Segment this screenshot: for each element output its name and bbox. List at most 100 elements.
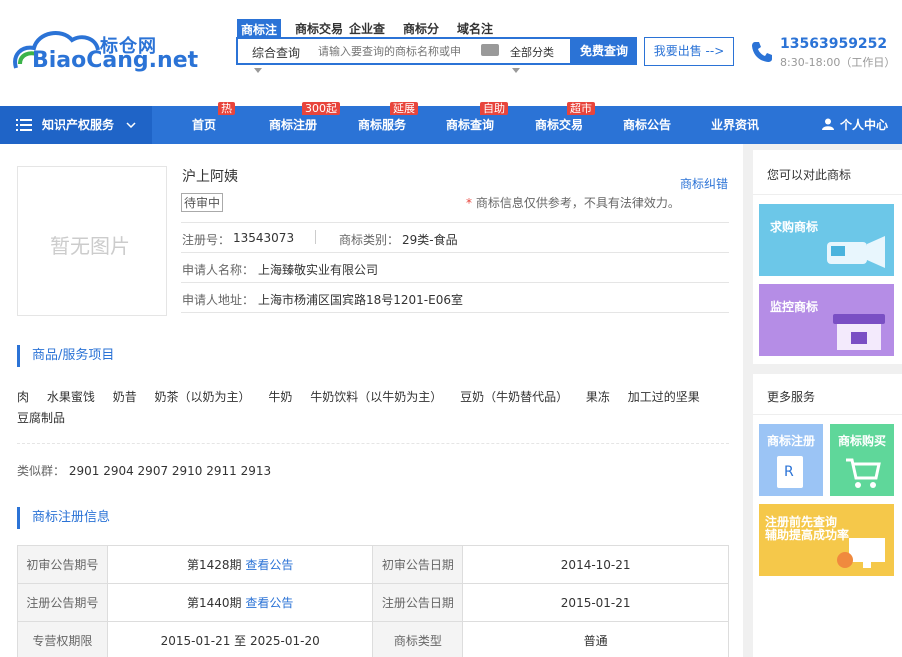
badge-renew: 延展	[390, 102, 418, 115]
chevron-down-icon	[512, 68, 520, 73]
ip-service-label: 知识产权服务	[42, 118, 115, 132]
search-tab-domain[interactable]: 域名注	[457, 20, 493, 37]
user-icon	[822, 118, 834, 130]
buy-trademark-card[interactable]: 求购商标	[759, 204, 894, 276]
goods-item: 水果蜜饯	[46, 390, 95, 404]
registration-section-title: 商标注册信息	[17, 507, 110, 529]
search-tab-company[interactable]: 企业查	[349, 20, 385, 37]
goods-item: 奶昔	[112, 390, 137, 404]
nav-home[interactable]: 首页	[192, 106, 216, 144]
category-select[interactable]: 全部分类	[510, 44, 554, 60]
goods-item: 果冻	[585, 390, 610, 404]
view-notice-link[interactable]: 查看公告	[245, 596, 293, 610]
divider	[743, 144, 753, 657]
divider	[181, 222, 729, 223]
disclaimer: * 商标信息仅供参考，不具有法律效力。	[466, 196, 680, 210]
table-row: 初审公告期号 第1428期 查看公告 初审公告日期 2014-10-21	[17, 545, 729, 584]
table-cell-key: 注册公告日期	[372, 583, 464, 622]
buy-label: 求购商标	[770, 220, 819, 234]
status-badge: 待审中	[181, 193, 224, 212]
table-cell-value: 第1440期 查看公告	[106, 583, 374, 622]
badge-self-service: 自助	[480, 102, 508, 115]
registration-table: 初审公告期号 第1428期 查看公告 初审公告日期 2014-10-21 注册公…	[17, 545, 729, 657]
menu-icon	[16, 119, 32, 131]
monitor-label: 监控商标	[770, 300, 819, 314]
goods-item: 豆腐制品	[17, 411, 66, 425]
sell-button[interactable]: 我要出售 -->	[644, 37, 734, 66]
document-icon: R	[777, 456, 803, 488]
table-cell-value: 2015-01-21 至 2025-01-20	[106, 621, 374, 657]
divider	[753, 194, 902, 195]
reg-no-label: 注册号：	[182, 233, 231, 247]
user-center-label: 个人中心	[840, 118, 889, 132]
divider	[181, 282, 729, 283]
search-input[interactable]	[318, 41, 478, 61]
badge-hot: 热	[218, 102, 235, 115]
table-cell-key: 初审公告日期	[372, 545, 464, 584]
logo-text-en: BiaoCang.net	[32, 48, 199, 73]
correct-link[interactable]: 商标纠错	[680, 175, 728, 192]
work-hours: 8:30-18:00（工作日）	[780, 56, 896, 69]
svg-text:R: R	[784, 464, 794, 480]
chevron-down-icon	[254, 68, 262, 73]
divider	[315, 230, 316, 244]
trademark-name: 沪上阿姨	[182, 169, 238, 185]
reg-no-value: 13543073	[233, 231, 295, 245]
table-cell-value: 2014-10-21	[462, 545, 729, 584]
table-cell-key: 专营权期限	[17, 621, 108, 657]
address-label: 申请人地址：	[182, 293, 255, 307]
phone-icon	[752, 42, 772, 62]
goods-item: 豆奶（牛奶替代品）	[460, 390, 569, 404]
nav-trademark-notice[interactable]: 商标公告	[623, 106, 671, 144]
shop-icon	[833, 314, 885, 350]
nav-industry-news[interactable]: 业界资讯	[711, 106, 759, 144]
goods-item: 牛奶	[268, 390, 293, 404]
similar-groups: 类似群： 2901 2904 2907 2910 2911 2913	[17, 464, 272, 478]
register-label: 商标注册	[767, 434, 816, 448]
table-cell-value: 2015-01-21	[462, 583, 729, 622]
class-value: 29类-食品	[402, 233, 458, 247]
search-mode-select[interactable]: 综合查询	[252, 44, 300, 61]
applicant-label: 申请人名称：	[182, 263, 255, 277]
divider	[753, 414, 902, 415]
goods-item: 加工过的坚果	[627, 390, 700, 404]
search-tab-trademark-class[interactable]: 商标分	[403, 20, 439, 37]
monitor-trademark-card[interactable]: 监控商标	[759, 284, 894, 356]
phone-number: 13563959252	[780, 36, 888, 52]
table-cell-value: 普通	[462, 621, 729, 657]
divider	[181, 312, 729, 313]
divider	[17, 443, 729, 444]
goods-item: 牛奶饮料（以牛奶为主）	[310, 390, 443, 404]
chevron-down-icon	[126, 122, 136, 129]
view-notice-link[interactable]: 查看公告	[245, 558, 293, 572]
table-row: 注册公告期号 第1440期 查看公告 注册公告日期 2015-01-21	[17, 583, 729, 622]
computer-icon	[837, 538, 885, 568]
more-services-title: 更多服务	[767, 390, 816, 404]
address-value: 上海市杨浦区国宾路18号1201-E06室	[258, 293, 463, 307]
class-label: 商标类别：	[339, 233, 400, 247]
goods-list: 肉 水果蜜饯 奶昔 奶茶（以奶为主） 牛奶 牛奶饮料（以牛奶为主） 豆奶（牛奶替…	[17, 387, 737, 429]
badge-300: 300起	[302, 102, 340, 115]
camera-icon[interactable]	[481, 44, 499, 56]
no-image-text: 暂无图片	[50, 234, 130, 258]
table-row: 专营权期限 2015-01-21 至 2025-01-20 商标类型 普通	[17, 621, 729, 657]
compare-title: 您可以对此商标	[767, 168, 852, 182]
trademark-register-card[interactable]: 商标注册 R	[759, 424, 823, 496]
goods-item: 肉	[17, 390, 30, 404]
search-tab-trademark-trade[interactable]: 商标交易	[295, 20, 343, 37]
table-cell-key: 商标类型	[372, 621, 464, 657]
badge-market: 超市	[567, 102, 595, 115]
pre-check-card[interactable]: 注册前先查询 辅助提高成功率	[759, 504, 894, 576]
goods-section-title: 商品/服务项目	[17, 345, 114, 367]
user-center-link[interactable]: 个人中心	[822, 106, 888, 144]
megaphone-icon	[827, 236, 885, 268]
divider	[181, 252, 729, 253]
goods-item: 奶茶（以奶为主）	[154, 390, 251, 404]
cart-icon	[846, 458, 881, 488]
divider	[753, 364, 902, 374]
table-cell-value: 第1428期 查看公告	[106, 545, 374, 584]
trademark-purchase-card[interactable]: 商标购买	[830, 424, 894, 496]
search-button[interactable]: 免费查询	[571, 37, 637, 65]
table-cell-key: 注册公告期号	[17, 583, 108, 622]
applicant-value: 上海臻敬实业有限公司	[258, 263, 379, 277]
